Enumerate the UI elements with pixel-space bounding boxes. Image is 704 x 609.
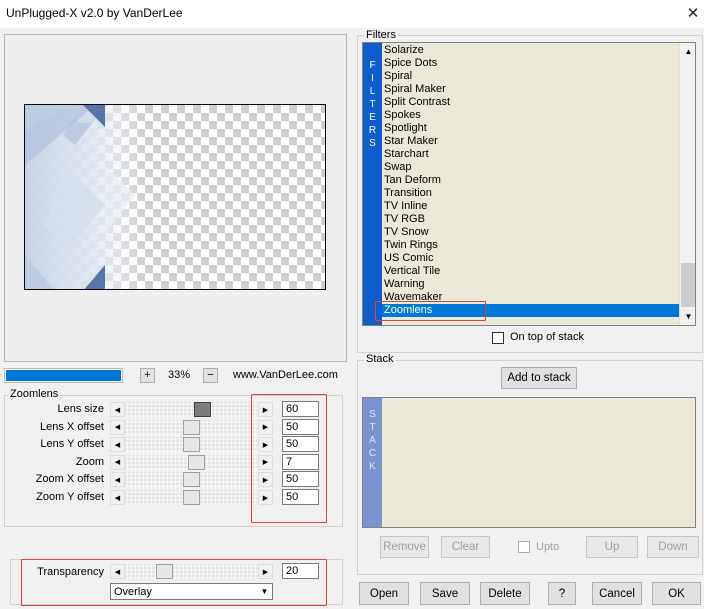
filters-items: Solarize Spice Dots Spiral Spiral Maker Spli… [382, 44, 679, 317]
filter-item[interactable]: US Comic [382, 252, 679, 265]
filter-item[interactable]: Starchart [382, 148, 679, 161]
zoom-y-offset-left-arrow-icon[interactable]: ◀ [110, 490, 125, 505]
zoom-x-offset-slider-thumb[interactable] [183, 472, 200, 488]
strip-letter: T [369, 99, 376, 110]
param-label-lens-x-offset: Lens X offset [39, 420, 104, 433]
strip-letter: T [369, 422, 376, 433]
filter-item[interactable]: Spokes [382, 109, 679, 122]
zoom-out-button[interactable]: − [203, 368, 218, 383]
lens-size-slider-thumb[interactable] [194, 402, 211, 417]
lens-size-slider[interactable] [125, 402, 257, 417]
lens-y-offset-left-arrow-icon[interactable]: ◀ [110, 437, 125, 453]
ok-button[interactable]: OK [652, 582, 701, 605]
strip-letter: S [369, 409, 376, 420]
preview-artwork [25, 105, 145, 289]
zoom-slider-thumb[interactable] [188, 454, 205, 470]
lens-x-offset-slider[interactable] [125, 419, 257, 435]
zoomlens-group-label: Zoomlens [8, 388, 61, 400]
filter-item[interactable]: Swap [382, 161, 679, 174]
filter-item[interactable]: TV Snow [382, 226, 679, 239]
website-label: www.VanDerLee.com [233, 369, 338, 381]
zoom-left-arrow-icon[interactable]: ◀ [110, 454, 125, 470]
param-label-zoom: Zoom [75, 455, 104, 468]
zoom-slider[interactable] [125, 454, 257, 470]
upto-label: Upto [536, 541, 560, 553]
filters-scrollbar[interactable]: ▲ ▼ [679, 43, 695, 325]
open-button[interactable]: Open [359, 582, 409, 605]
strip-letter: I [371, 73, 374, 84]
strip-letter: K [369, 461, 376, 472]
highlight-zoomlens [375, 301, 486, 321]
cancel-button[interactable]: Cancel [592, 582, 642, 605]
delete-button[interactable]: Delete [480, 582, 530, 605]
filter-item[interactable]: Tan Deform [382, 174, 679, 187]
filter-item[interactable]: TV Inline [382, 200, 679, 213]
filter-item[interactable]: Solarize [382, 44, 679, 57]
lens-x-offset-left-arrow-icon[interactable]: ◀ [110, 419, 125, 435]
strip-letter: E [369, 112, 376, 123]
help-button[interactable]: ? [548, 582, 576, 605]
lens-y-offset-slider[interactable] [125, 437, 257, 453]
filters-strip: FILTERS [363, 43, 382, 325]
down-button[interactable]: Down [647, 536, 699, 558]
filter-item[interactable]: Spotlight [382, 122, 679, 135]
strip-letter: F [369, 60, 376, 71]
zoom-x-offset-left-arrow-icon[interactable]: ◀ [110, 472, 125, 488]
zoom-y-offset-slider[interactable] [125, 490, 257, 505]
highlight-transparency [21, 559, 327, 606]
filter-item[interactable]: Vertical Tile [382, 265, 679, 278]
param-label-lens-size: Lens size [57, 403, 104, 415]
strip-letter: R [368, 125, 377, 136]
param-label-zoom-y-offset: Zoom Y offset [36, 491, 104, 503]
clear-button[interactable]: Clear [441, 536, 490, 558]
filters-list[interactable]: FILTERS Solarize Spice Dots Spiral Spiral M… [362, 42, 696, 326]
up-button[interactable]: Up [586, 536, 638, 558]
filter-item[interactable]: Spiral [382, 70, 679, 83]
on-top-checkbox[interactable] [492, 332, 504, 344]
filter-item[interactable]: Star Maker [382, 135, 679, 148]
remove-button[interactable]: Remove [380, 536, 429, 558]
lens-size-left-arrow-icon[interactable]: ◀ [110, 402, 125, 417]
lens-x-offset-slider-thumb[interactable] [183, 419, 200, 435]
param-label-lens-y-offset: Lens Y offset [40, 438, 104, 451]
progress-fill [6, 370, 121, 381]
strip-letter: S [369, 138, 376, 149]
filters-group-label: Filters [364, 29, 398, 41]
add-to-stack-button[interactable]: Add to stack [501, 367, 577, 389]
progress-bar [4, 368, 123, 383]
filter-item[interactable]: TV RGB [382, 213, 679, 226]
window-title: UnPlugged-X v2.0 by VanDerLee [6, 6, 183, 20]
filter-item[interactable]: Spiral Maker [382, 83, 679, 96]
highlight-param-values [251, 394, 327, 523]
filter-item[interactable]: Split Contrast [382, 96, 679, 109]
scroll-down-icon[interactable]: ▼ [682, 310, 695, 323]
preview-image[interactable] [24, 104, 326, 290]
lens-y-offset-slider-thumb[interactable] [183, 437, 200, 453]
strip-letter: A [369, 435, 376, 446]
zoom-in-button[interactable]: + [140, 368, 155, 383]
param-label-zoom-x-offset: Zoom X offset [35, 473, 104, 486]
filter-item[interactable]: Warning [382, 278, 679, 291]
on-top-label: On top of stack [510, 331, 584, 343]
filter-item[interactable]: Transition [382, 187, 679, 200]
filter-item[interactable]: Spice Dots [382, 57, 679, 70]
filter-item[interactable]: Twin Rings [382, 239, 679, 252]
strip-letter: C [368, 448, 377, 459]
upto-checkbox[interactable] [518, 541, 530, 553]
save-button[interactable]: Save [420, 582, 470, 605]
zoom-level: 33% [168, 369, 191, 381]
stack-list[interactable]: STACK [362, 397, 696, 528]
close-icon[interactable]: ✕ [682, 2, 704, 24]
zoom-x-offset-slider[interactable] [125, 472, 257, 488]
strip-letter: L [369, 86, 376, 97]
scroll-thumb[interactable] [681, 263, 695, 307]
zoom-y-offset-slider-thumb[interactable] [183, 490, 200, 505]
stack-strip: STACK [363, 398, 382, 527]
stack-group-label: Stack [364, 353, 396, 365]
scroll-up-icon[interactable]: ▲ [682, 45, 695, 58]
